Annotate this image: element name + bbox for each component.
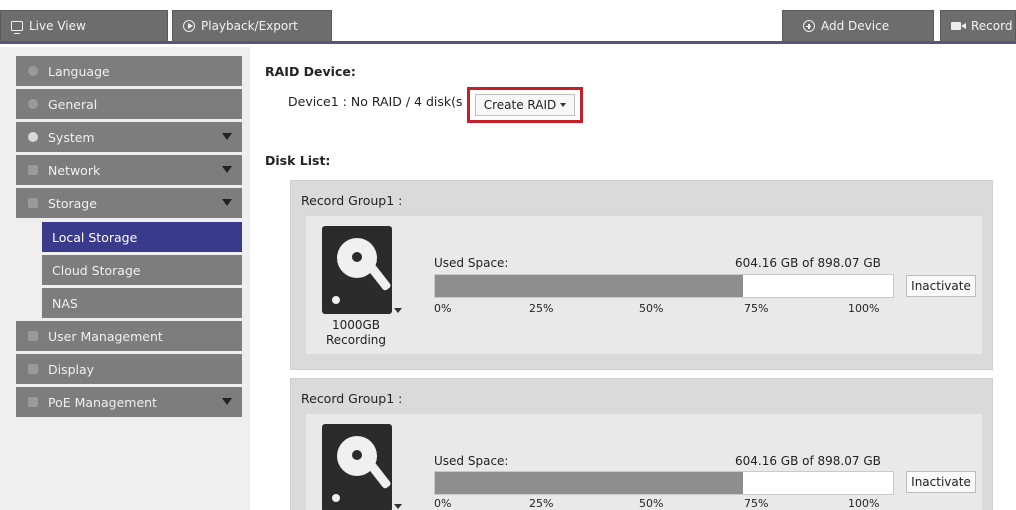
globe-icon	[28, 66, 38, 76]
sidebar-item-label: Network	[48, 162, 101, 178]
bar-tick-label: 50%	[639, 497, 664, 510]
sidebar-item-label: User Management	[48, 328, 163, 344]
add-device-button[interactable]: Add Device	[782, 10, 934, 42]
used-space-value: 604.16 GB of 898.07 GB	[735, 256, 881, 270]
disk-panel	[305, 413, 983, 510]
sidebar-item-system[interactable]: System	[16, 122, 242, 152]
hard-disk-icon[interactable]	[322, 424, 392, 510]
sidebar-item-network[interactable]: Network	[16, 155, 242, 185]
live-view-tab[interactable]: Live View	[0, 10, 168, 42]
bar-tick-label: 0%	[434, 497, 452, 510]
sidebar-item-label: Language	[48, 63, 110, 79]
sidebar-item-cloud-storage[interactable]: Cloud Storage	[42, 255, 242, 285]
sidebar-item-display[interactable]: Display	[16, 354, 242, 384]
add-circle-icon	[803, 20, 815, 32]
chevron-down-icon	[222, 133, 232, 140]
raid-device-heading: RAID Device:	[265, 64, 356, 79]
bar-tick-label: 0%	[434, 302, 452, 315]
record-button[interactable]: Record	[940, 10, 1016, 42]
used-space-fill	[435, 472, 744, 494]
camera-icon	[951, 22, 966, 30]
monitor-icon	[11, 21, 23, 34]
chevron-down-icon	[222, 166, 232, 173]
sidebar-item-nas[interactable]: NAS	[42, 288, 242, 318]
play-icon	[183, 20, 195, 32]
bar-tick-label: 75%	[744, 302, 769, 315]
sidebar-item-storage[interactable]: Storage	[16, 188, 242, 218]
create-raid-dropdown[interactable]: Create RAID	[475, 94, 575, 116]
sidebar-item-label: Local Storage	[52, 229, 138, 245]
used-space-label: Used Space:	[434, 454, 509, 468]
hard-disk-icon[interactable]	[322, 226, 392, 314]
add-device-label: Add Device	[821, 19, 890, 33]
sidebar-item-label: Display	[48, 361, 95, 377]
sidebar-item-language[interactable]: Language	[16, 56, 242, 86]
chevron-down-icon	[222, 398, 232, 405]
display-icon	[28, 364, 38, 374]
inactivate-button[interactable]: Inactivate	[906, 471, 976, 493]
general-icon	[28, 99, 38, 109]
sidebar-item-poe-management[interactable]: PoE Management	[16, 387, 242, 417]
record-group-title: Record Group1 :	[301, 391, 403, 406]
sidebar-item-general[interactable]: General	[16, 89, 242, 119]
sidebar-item-label: Cloud Storage	[52, 262, 141, 278]
disk-caption: 1000GB Recording	[316, 318, 396, 348]
user-icon	[28, 331, 38, 341]
record-label: Record	[971, 19, 1013, 33]
disk-list-heading: Disk List:	[265, 153, 331, 168]
storage-icon	[28, 198, 38, 208]
live-view-label: Live View	[29, 19, 86, 33]
disk-status: Recording	[325, 333, 387, 347]
used-space-bar	[434, 274, 894, 298]
sidebar-item-label: General	[48, 96, 98, 112]
sidebar-item-user-management[interactable]: User Management	[16, 321, 242, 351]
used-space-bar	[434, 471, 894, 495]
used-space-label: Used Space:	[434, 256, 509, 270]
inactivate-button[interactable]: Inactivate	[906, 275, 976, 297]
poe-icon	[28, 397, 38, 407]
playback-export-tab[interactable]: Playback/Export	[172, 10, 332, 42]
playback-label: Playback/Export	[201, 19, 298, 33]
sidebar-item-label: PoE Management	[48, 394, 157, 410]
top-toolbar: Live View Playback/Export Add Device Rec…	[0, 0, 1016, 44]
bar-tick-label: 25%	[529, 302, 554, 315]
bar-tick-label: 50%	[639, 302, 664, 315]
chevron-down-icon[interactable]	[394, 308, 402, 313]
record-group-title: Record Group1 :	[301, 193, 403, 208]
bar-tick-label: 25%	[529, 497, 554, 510]
create-raid-label: Create RAID	[483, 98, 557, 112]
used-space-fill	[435, 275, 744, 297]
sidebar-item-local-storage[interactable]: Local Storage	[42, 222, 242, 252]
bar-tick-label: 100%	[848, 302, 880, 315]
sidebar-item-label: System	[48, 129, 95, 145]
chevron-down-icon	[222, 199, 232, 206]
device-raid-status: Device1 : No RAID / 4 disk(s	[288, 94, 463, 109]
chevron-down-icon	[560, 103, 567, 107]
disk-size: 1000GB	[331, 318, 381, 332]
used-space-value: 604.16 GB of 898.07 GB	[735, 454, 881, 468]
chevron-down-icon[interactable]	[394, 504, 402, 509]
bar-tick-label: 100%	[848, 497, 880, 510]
bar-tick-label: 75%	[744, 497, 769, 510]
network-icon	[28, 165, 38, 175]
gear-icon	[28, 132, 38, 142]
sidebar-item-label: NAS	[52, 295, 78, 311]
sidebar-item-label: Storage	[48, 195, 97, 211]
